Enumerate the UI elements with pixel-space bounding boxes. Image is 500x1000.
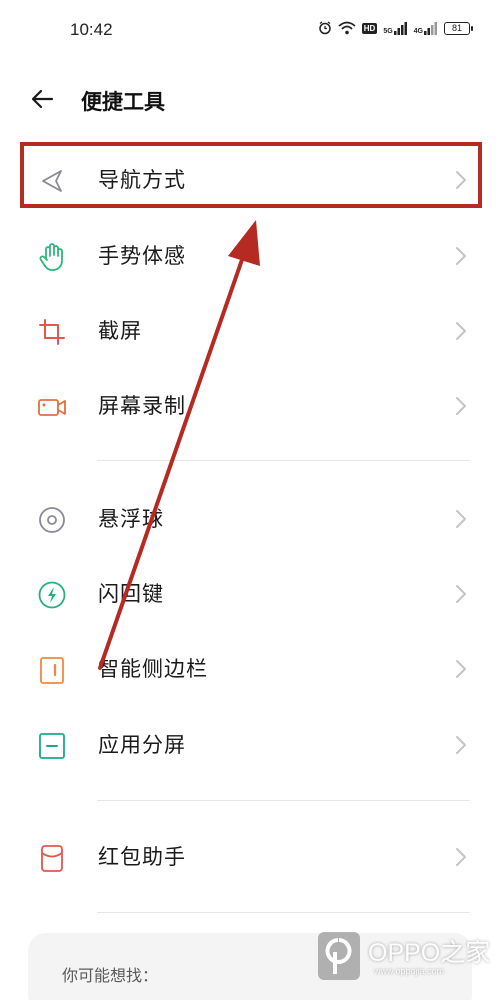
- setting-item-floating-ball[interactable]: 悬浮球: [0, 486, 500, 550]
- setting-item-label: 智能侧边栏: [98, 657, 208, 681]
- page-header: 便捷工具: [0, 75, 500, 123]
- status-icons: HD 5G 4G 81: [318, 21, 473, 35]
- video-record-icon: [36, 391, 68, 423]
- flash-bolt-icon: [36, 579, 68, 611]
- battery-icon: 81: [444, 21, 473, 35]
- setting-item-navigation-mode[interactable]: 导航方式: [0, 147, 500, 211]
- status-bar: 10:42 HD 5G 4G 81: [0, 0, 500, 60]
- chevron-right-icon: [454, 658, 468, 680]
- net-label-4g: 4G: [413, 27, 423, 35]
- setting-item-screen-recording[interactable]: 屏幕录制: [0, 373, 500, 437]
- wifi-icon: [338, 21, 356, 35]
- setting-item-label: 闪回键: [98, 582, 164, 606]
- setting-item-label: 应用分屏: [98, 733, 186, 757]
- chevron-right-icon: [454, 583, 468, 605]
- setting-item-split-screen[interactable]: 应用分屏: [0, 712, 500, 776]
- signal-4g-icon: 4G: [413, 21, 438, 35]
- setting-item-label: 红包助手: [98, 845, 186, 869]
- net-label-5g: 5G: [383, 27, 393, 35]
- page-title: 便捷工具: [81, 90, 165, 114]
- chevron-right-icon: [454, 320, 468, 342]
- split-screen-icon: [36, 730, 68, 762]
- navigation-arrow-icon: [36, 165, 68, 197]
- setting-item-screenshot[interactable]: 截屏: [0, 298, 500, 362]
- chevron-right-icon: [454, 395, 468, 417]
- arrow-left-icon: [28, 89, 58, 117]
- hand-gesture-icon: [36, 241, 68, 273]
- back-button[interactable]: [28, 85, 58, 113]
- setting-item-label: 手势体感: [98, 244, 186, 268]
- red-envelope-icon: [36, 842, 68, 874]
- signal-5g-icon: 5G: [383, 21, 407, 35]
- chevron-right-icon: [454, 169, 468, 191]
- setting-item-label: 悬浮球: [98, 507, 164, 531]
- setting-item-label: 屏幕录制: [98, 394, 186, 418]
- section-divider: [97, 912, 470, 913]
- setting-item-gestures[interactable]: 手势体感: [0, 223, 500, 287]
- alarm-icon: [318, 21, 332, 35]
- setting-item-label: 导航方式: [98, 168, 186, 192]
- setting-item-flashback-key[interactable]: 闪回键: [0, 561, 500, 625]
- section-divider: [97, 800, 470, 801]
- suggestions-title: 你可能想找：: [62, 966, 159, 985]
- setting-item-label: 截屏: [98, 319, 142, 343]
- crop-screenshot-icon: [36, 316, 68, 348]
- status-time: 10:42: [70, 20, 113, 39]
- floating-ball-icon: [36, 504, 68, 536]
- setting-item-red-envelope-assistant[interactable]: 红包助手: [0, 824, 500, 888]
- sidebar-panel-icon: [36, 654, 68, 686]
- setting-item-smart-sidebar[interactable]: 智能侧边栏: [0, 636, 500, 700]
- chevron-right-icon: [454, 846, 468, 868]
- hd-voice-badge: HD: [361, 22, 378, 34]
- section-divider: [97, 460, 470, 461]
- chevron-right-icon: [454, 734, 468, 756]
- chevron-right-icon: [454, 245, 468, 267]
- chevron-right-icon: [454, 508, 468, 530]
